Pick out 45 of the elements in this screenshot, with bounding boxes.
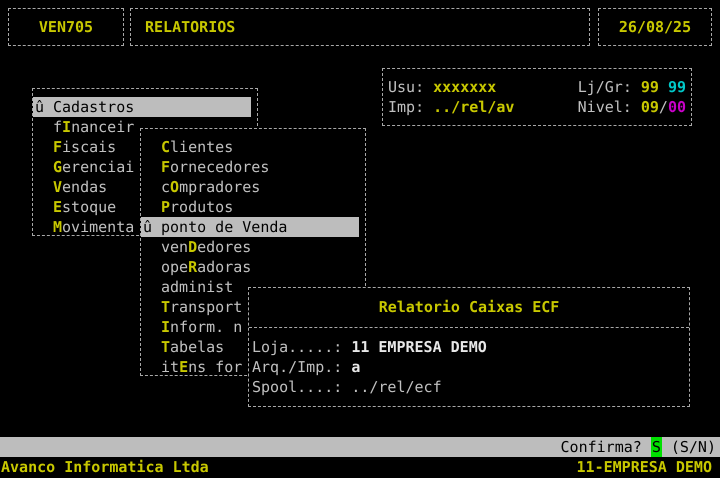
field-label: Loja.....: [252,337,342,357]
menu-item[interactable]: Gerenciai [33,157,134,177]
menu-item[interactable]: Fiscais [33,137,116,157]
level-value: 09 [640,97,659,117]
menu-item[interactable]: Estoque [33,197,116,217]
menu-item[interactable]: û ponto de Venda [141,217,359,237]
store-label: Lj/Gr: [578,77,632,97]
group-value: 99 [668,77,686,97]
printer-label: Imp: [388,97,424,117]
menu-item[interactable]: û Cadastros [33,97,251,117]
store-name: 11-EMPRESA DEMO [576,457,712,477]
menu-item[interactable]: opeRadoras [141,257,252,277]
date-text: 26/08/25 [618,16,692,38]
field-value: ../rel/ecf [351,377,442,397]
menu-item[interactable]: Fornecedores [141,157,270,177]
menu-item[interactable]: administ [141,277,234,297]
menu-item[interactable]: venDedores [141,237,252,257]
confirm-input[interactable]: S [650,437,662,457]
menu-item[interactable]: Tabelas [141,337,224,357]
sublevel-value: 00 [668,97,686,117]
field-label: Spool....: [252,377,342,397]
menu-item[interactable]: Produtos [141,197,234,217]
menu-item[interactable]: fInanceir [33,117,134,137]
menu-item[interactable]: Vendas [33,177,108,197]
confirm-hint: (S/N) [670,437,716,457]
printer-value: ../rel/av [433,97,514,117]
program-code: VEN705 [38,16,94,38]
menu-item[interactable]: Movimenta [33,217,134,237]
store-value: 99 [640,77,659,97]
menu-item[interactable]: Transport [141,297,242,317]
screen-title: RELATORIOS [145,16,236,38]
menu-item[interactable]: itEns for [141,357,242,377]
field-value: a [351,357,360,377]
field-value: 11 EMPRESA DEMO [351,337,487,357]
user-value: xxxxxxx [433,77,496,97]
user-label: Usu: [388,77,424,97]
level-label: Nivel: [578,97,632,117]
company-name: Avanco Informatica Ltda [1,457,209,477]
menu-item[interactable]: Clientes [141,137,234,157]
menu-item[interactable]: cOmpradores [141,177,260,197]
confirm-label: Confirma? [560,437,642,457]
menu-item[interactable]: Inform. n [141,317,242,337]
field-label: Arq./Imp.: [252,357,342,377]
dialog-title: Relatorio Caixas ECF [378,297,560,318]
level-separator: / [658,97,668,117]
